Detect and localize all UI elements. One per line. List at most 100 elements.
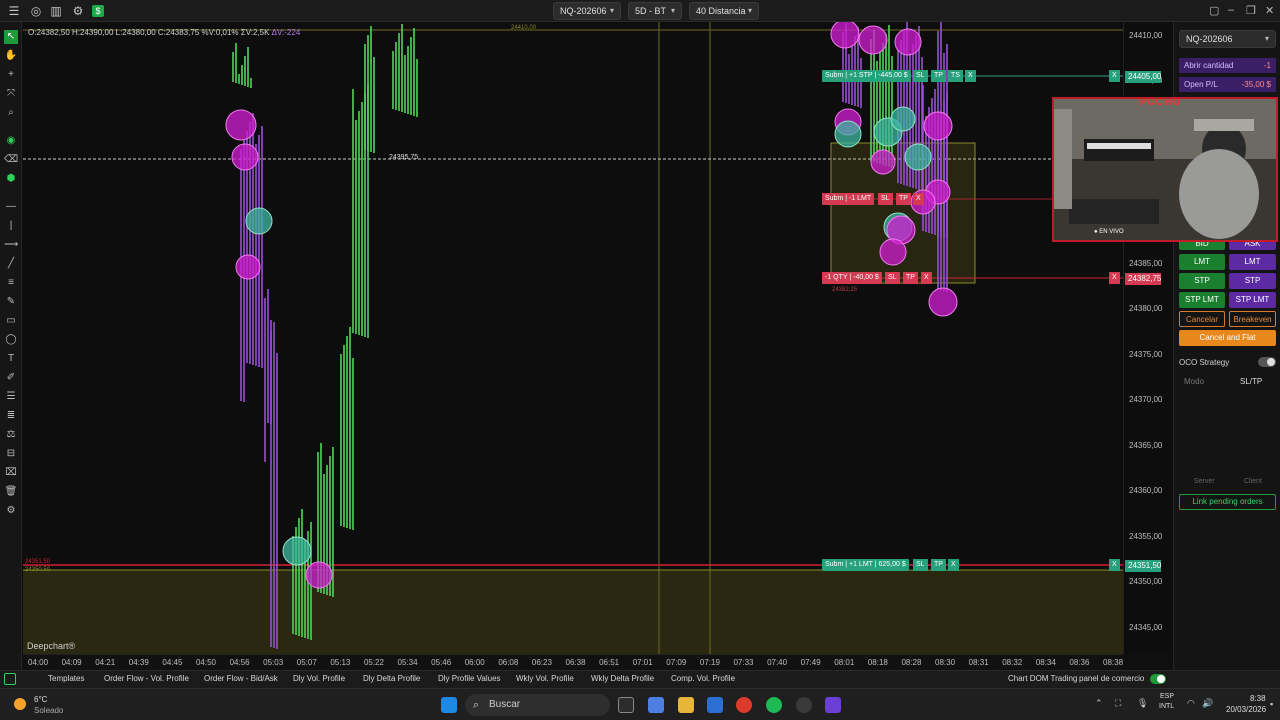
fib-icon[interactable]: ≡ — [4, 276, 18, 290]
close-order-button[interactable]: X — [948, 559, 959, 571]
stp-order-tag[interactable]: Subm | +1 STP | -445,00 $ — [822, 70, 911, 82]
close-order-button[interactable]: X — [913, 193, 924, 205]
copilot-icon[interactable] — [648, 697, 664, 713]
indicator-tab[interactable]: Order Flow - Bid/Ask — [204, 674, 278, 683]
minimize-icon[interactable]: – — [1228, 4, 1234, 16]
position-tag[interactable]: -1 QTY | -40,00 $ — [822, 272, 882, 284]
ts-button[interactable]: TS — [948, 70, 963, 82]
indicator-tab[interactable]: Dly Delta Profile — [363, 674, 420, 683]
close-position-right-button[interactable]: X — [1109, 272, 1120, 284]
grid-icon[interactable] — [4, 673, 16, 685]
panel-toggle[interactable] — [1150, 674, 1166, 684]
sell-lmt-button[interactable]: LMT — [1229, 254, 1276, 270]
tp-button[interactable]: TP — [903, 272, 918, 284]
sl-button[interactable]: SL — [913, 70, 928, 82]
ellipse-icon[interactable]: ◯ — [4, 333, 18, 347]
brush-icon[interactable]: ✐ — [4, 371, 18, 385]
wifi-icon[interactable]: ◠ — [1187, 698, 1195, 709]
sell-stp-button[interactable]: STP — [1229, 273, 1276, 289]
indicator-tab[interactable]: Dly Vol. Profile — [293, 674, 345, 683]
close-order-button[interactable]: X — [965, 70, 976, 82]
binoculars-icon[interactable]: ◎ — [28, 3, 44, 19]
cancel-and-flat-button[interactable]: Cancel and Flat — [1179, 330, 1276, 346]
sl-button[interactable]: SL — [885, 272, 900, 284]
settings-icon[interactable]: ⚙ — [4, 504, 18, 518]
sl-button[interactable]: SL — [913, 559, 928, 571]
trash-icon[interactable]: ⌧ — [4, 466, 18, 480]
indicator-tab[interactable]: Dly Profile Values — [438, 674, 501, 683]
settings-icon[interactable]: ⚙ — [70, 3, 86, 19]
ray-icon[interactable]: ⟶ — [4, 238, 18, 252]
close-position-button[interactable]: X — [921, 272, 932, 284]
sl-button[interactable]: SL — [878, 193, 893, 205]
lock-icon[interactable]: ⬢ — [4, 172, 18, 186]
maximize-icon[interactable]: ❐ — [1246, 4, 1256, 17]
server-radio[interactable]: Server — [1194, 478, 1215, 485]
eraser-icon[interactable]: ⌫ — [4, 153, 18, 167]
measure-icon[interactable]: ⚖ — [4, 428, 18, 442]
indicator-tab[interactable]: Wkly Delta Profile — [591, 674, 654, 683]
magnet-icon[interactable]: ◉ — [4, 134, 18, 148]
weather-icon[interactable] — [14, 698, 26, 710]
indicator-tab[interactable]: Wkly Vol. Profile — [516, 674, 574, 683]
tp-button[interactable]: TP — [931, 70, 946, 82]
close-icon[interactable]: ✕ — [1265, 4, 1274, 17]
cancel-button[interactable]: Cancelar — [1179, 311, 1225, 327]
taskbar-search[interactable]: ⌕ Buscar — [465, 694, 610, 716]
trendline-icon[interactable]: ╱ — [4, 257, 18, 271]
oco-toggle[interactable] — [1258, 357, 1276, 367]
store-icon[interactable] — [707, 697, 723, 713]
deepchart-app-icon[interactable] — [825, 697, 841, 713]
buy-lmt-button[interactable]: LMT — [1179, 254, 1225, 270]
text-icon[interactable]: T — [4, 352, 18, 366]
symbol-selector[interactable]: NQ-202606 ▾ — [553, 2, 621, 20]
modo-select[interactable]: SL/TP — [1240, 377, 1262, 386]
obs-icon[interactable] — [796, 697, 812, 713]
network-icon[interactable]: ⛶ — [1115, 698, 1121, 709]
indicator-tab[interactable]: Comp. Vol. Profile — [671, 674, 735, 683]
cursor-icon[interactable]: ↖ — [4, 30, 18, 44]
crosshair-icon[interactable]: + — [4, 68, 18, 82]
bar-chart-icon[interactable]: ▥ — [48, 3, 64, 19]
vertical-line-icon[interactable]: | — [4, 219, 18, 233]
chrome-icon[interactable] — [736, 697, 752, 713]
windows-start-icon[interactable] — [441, 697, 457, 713]
close-order-right-button[interactable]: X — [1109, 559, 1120, 571]
pointer-icon[interactable]: ⤧ — [4, 87, 18, 101]
rectangle-icon[interactable]: ▭ — [4, 314, 18, 328]
language-code[interactable]: ESP — [1160, 693, 1174, 700]
keyboard-layout[interactable]: INTL — [1159, 703, 1174, 710]
spotify-icon[interactable] — [766, 697, 782, 713]
buy-stp-lmt-button[interactable]: STP LMT — [1179, 292, 1225, 308]
hand-icon[interactable]: ✋ — [4, 49, 18, 63]
task-view-icon[interactable] — [618, 697, 634, 713]
dollar-icon[interactable]: $ — [92, 5, 104, 17]
buy-stp-button[interactable]: STP — [1179, 273, 1225, 289]
tray-chevron-icon[interactable]: ⌃ — [1095, 698, 1103, 709]
ruler-icon[interactable]: ⊟ — [4, 447, 18, 461]
breakeven-button[interactable]: Breakeven — [1229, 311, 1276, 327]
time-axis[interactable]: 04:00 04:09 04:21 04:39 04:45 04:50 04:56 05:03… — [23, 654, 1123, 670]
sell-stp-lmt-button[interactable]: STP LMT — [1229, 292, 1276, 308]
delete-icon[interactable]: 🗑 — [4, 485, 18, 499]
file-explorer-icon[interactable] — [678, 697, 694, 713]
tp-button[interactable]: TP — [931, 559, 946, 571]
tp-button[interactable]: TP — [896, 193, 911, 205]
microphone-icon[interactable]: 🎙 — [1137, 698, 1148, 709]
lmt-sell-order-tag[interactable]: Subm | -1 LMT — [822, 193, 875, 205]
pencil-icon[interactable]: ✎ — [4, 295, 18, 309]
panel-symbol-selector[interactable]: NQ-202606 ▾ — [1179, 30, 1276, 48]
horizontal-line-icon[interactable]: — — [4, 200, 18, 214]
notification-icon[interactable]: ▪ — [1270, 699, 1273, 709]
bars-selector[interactable]: 40 Distancia ▾ — [689, 2, 759, 20]
lmt-buy-order-tag[interactable]: Subm | +1 LMT | 625,00 $ — [822, 559, 909, 571]
layout-icon[interactable]: ▢ — [1209, 4, 1219, 17]
timeframe-selector[interactable]: 5D - BT ▾ — [628, 2, 682, 20]
indicator-tab[interactable]: Order Flow - Vol. Profile — [104, 674, 189, 683]
chart-dom-toggle[interactable]: Chart DOM Trading — [1008, 674, 1077, 683]
client-radio[interactable]: Client — [1244, 478, 1262, 485]
price-chart[interactable]: 24395,75 24410,00 24382,25 24351,50 2435… — [23, 22, 1123, 654]
volume-icon[interactable]: 🔊 — [1202, 698, 1213, 709]
close-order-right-button[interactable]: X — [1109, 70, 1120, 82]
link-pending-orders-button[interactable]: Link pending orders — [1179, 494, 1276, 510]
